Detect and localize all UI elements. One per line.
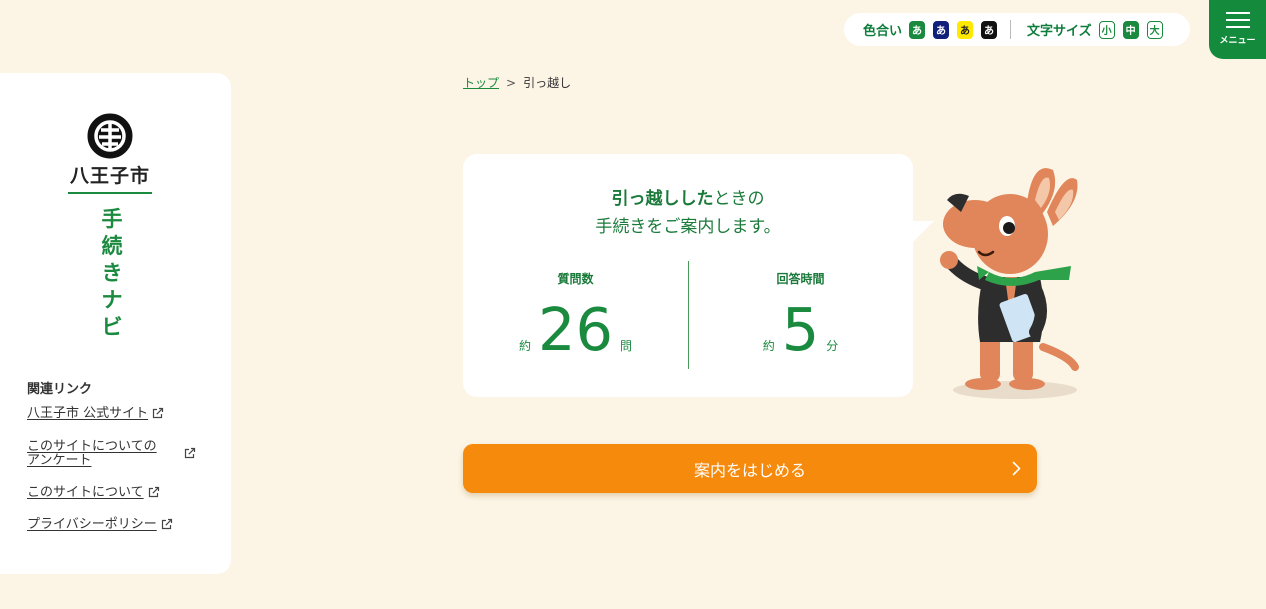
stat-label: 回答時間: [776, 272, 825, 286]
color-scheme-black-button[interactable]: あ: [981, 20, 998, 39]
link-label-line2: アンケート: [27, 453, 92, 468]
breadcrumb-home-link[interactable]: トップ: [463, 74, 499, 91]
app-title-char: 続: [101, 234, 123, 258]
stat-prefix: 約: [762, 339, 775, 353]
answer-time-stat: 回答時間 約 5 分: [688, 270, 913, 359]
city-name: 八王子市: [69, 165, 150, 187]
app-title-char: ビ: [101, 315, 123, 339]
stat-unit: 分: [826, 339, 839, 353]
logo-underline: [68, 192, 152, 194]
question-count-stat: 質問数 約 26 問: [463, 270, 688, 359]
link-label: 八王子市 公式サイト: [27, 406, 149, 421]
stat-unit: 問: [620, 339, 633, 353]
related-links-heading: 関連リンク: [27, 382, 93, 397]
font-size-medium-button[interactable]: 中: [1122, 20, 1139, 39]
card-headline: 引っ越ししたときの 手続きをご案内します。: [463, 185, 913, 241]
start-guide-button[interactable]: 案内をはじめる: [463, 444, 1037, 493]
link-label: このサイトについて: [27, 485, 144, 500]
app-title-char: ナ: [101, 288, 123, 312]
app-title-char: 手: [101, 207, 123, 231]
font-size-small-button[interactable]: 小: [1098, 20, 1115, 39]
breadcrumb: トップ > 引っ越し: [463, 74, 571, 91]
font-size-label: 文字サイズ: [1027, 24, 1092, 39]
link-label-line1: このサイトについての: [27, 439, 157, 454]
chevron-right-icon: [1012, 461, 1021, 476]
toolbar-divider: [1010, 20, 1012, 39]
color-scheme-green-button[interactable]: あ: [909, 20, 926, 39]
city-seal-icon: [87, 113, 133, 159]
external-link-icon: [161, 518, 172, 530]
hamburger-icon: [1225, 11, 1250, 28]
survey-link[interactable]: このサイトについての アンケート: [27, 440, 197, 468]
city-logo[interactable]: 八王子市: [67, 113, 153, 194]
menu-label: メニュー: [1219, 35, 1256, 46]
menu-button[interactable]: メニュー: [1209, 0, 1266, 59]
stat-value: 26: [537, 295, 614, 364]
stat-value-row: 約 5 分: [688, 295, 913, 364]
stat-prefix: 約: [518, 339, 531, 353]
official-site-link[interactable]: 八王子市 公式サイト: [27, 407, 164, 421]
external-link-icon: [153, 407, 164, 419]
external-link-icon: [148, 486, 159, 498]
link-label: プライバシーポリシー: [27, 517, 157, 532]
font-size-large-button[interactable]: 大: [1146, 20, 1163, 39]
color-scheme-yellow-button[interactable]: あ: [957, 20, 974, 39]
about-site-link[interactable]: このサイトについて: [27, 486, 160, 500]
headline-rest: ときの: [713, 189, 765, 209]
headline-emphasis: 引っ越しした: [611, 189, 714, 209]
breadcrumb-separator: >: [506, 75, 517, 90]
external-link-icon: [184, 447, 196, 459]
privacy-policy-link[interactable]: プライバシーポリシー: [27, 518, 173, 532]
color-scheme-label: 色合い: [863, 24, 903, 39]
mascot-illustration: [940, 168, 1079, 399]
speech-bubble-tail: [912, 221, 934, 243]
accessibility-bar: 色合い あ あ あ あ 文字サイズ 小 中 大: [844, 13, 1190, 46]
stat-value-row: 約 26 問: [463, 295, 688, 364]
color-scheme-navy-button[interactable]: あ: [933, 20, 950, 39]
stat-value: 5: [781, 295, 820, 364]
stat-label: 質問数: [557, 272, 594, 286]
procedure-info-card: 引っ越ししたときの 手続きをご案内します。 質問数 約 26 問 回答時間 約 …: [463, 154, 913, 397]
sidebar: 八王子市 手 続 き ナ ビ 関連リンク 八王子市 公式サイト このサイトについ…: [0, 73, 231, 574]
start-button-label: 案内をはじめる: [693, 460, 806, 480]
app-title: 手 続 き ナ ビ: [97, 206, 127, 341]
headline-line2: 手続きをご案内します。: [595, 217, 781, 237]
app-title-char: き: [101, 261, 123, 285]
breadcrumb-current: 引っ越し: [523, 76, 572, 90]
